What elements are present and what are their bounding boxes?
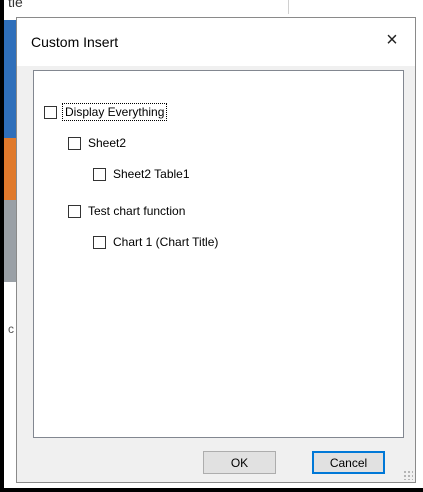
checkbox[interactable] <box>44 105 57 119</box>
background-tick-fragment: c <box>8 322 14 336</box>
custom-insert-dialog: Custom Insert × Display Everything Sheet… <box>16 17 416 483</box>
tree-item-label: Sheet2 Table1 <box>113 167 190 181</box>
dialog-titlebar: Custom Insert × <box>17 18 415 66</box>
ok-button[interactable]: OK <box>203 451 276 474</box>
close-button[interactable]: × <box>369 18 415 62</box>
tree-item-sheet2[interactable]: Sheet2 <box>68 134 126 152</box>
cancel-button[interactable]: Cancel <box>312 451 385 474</box>
checkbox[interactable] <box>68 136 81 150</box>
insert-tree[interactable]: Display Everything Sheet2 Sheet2 Table1 … <box>33 70 404 438</box>
background-divider <box>288 0 289 14</box>
checkbox[interactable] <box>93 235 106 249</box>
background-title-fragment: tle <box>8 0 23 10</box>
tree-item-label: Display Everything <box>61 103 168 121</box>
tree-item-chart1[interactable]: Chart 1 (Chart Title) <box>93 233 218 251</box>
tree-item-label: Test chart function <box>88 204 186 218</box>
close-icon: × <box>386 28 398 51</box>
tree-item-label: Sheet2 <box>88 136 127 150</box>
dialog-title: Custom Insert <box>31 34 119 50</box>
tree-item-label: Chart 1 (Chart Title) <box>113 235 219 249</box>
tree-item-test-chart-function[interactable]: Test chart function <box>68 202 185 220</box>
tree-item-display-everything[interactable]: Display Everything <box>44 103 168 121</box>
checkbox[interactable] <box>68 204 81 218</box>
resize-grip-icon[interactable] <box>403 470 413 480</box>
tree-item-sheet2-table1[interactable]: Sheet2 Table1 <box>93 165 190 183</box>
checkbox[interactable] <box>93 167 106 181</box>
